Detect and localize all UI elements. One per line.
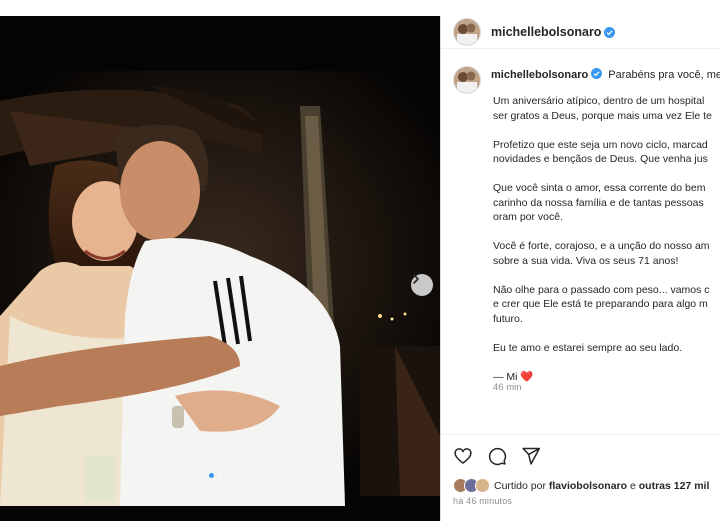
share-button[interactable]	[521, 446, 541, 466]
caption-intro: Parabéns pra você, meu	[608, 69, 720, 81]
post-header: michellebolsonaro	[441, 16, 720, 49]
carousel-dot	[226, 473, 232, 478]
caption-paragraph: Você é forte, corajoso, e a unção do nos…	[493, 239, 720, 268]
post-username[interactable]: michellebolsonaro	[491, 25, 601, 39]
caption-paragraph: Profetizo que este seja um novo ciclo, m…	[493, 138, 720, 167]
liked-by-prefix: Curtido por	[494, 479, 546, 492]
caption-body: Um aniversário atípico, dentro de um hos…	[493, 94, 720, 399]
caption-line: ser gratos a Deus, porque mais uma vez E…	[493, 109, 712, 122]
divider	[441, 434, 720, 435]
carousel-dots	[0, 473, 440, 478]
signature-text: — Mi	[493, 370, 518, 383]
liked-by-conj: e	[629, 479, 636, 492]
verified-badge-icon	[591, 68, 603, 79]
caption-paragraph: Não olhe para o passado com peso... vamo…	[493, 283, 720, 327]
likes-summary[interactable]: Curtido por flaviobolsonaro e outras 127…	[453, 478, 709, 493]
photo-illustration	[0, 16, 440, 521]
carousel-dot	[217, 473, 223, 478]
liked-by-user[interactable]: flaviobolsonaro	[549, 480, 627, 492]
comment-icon	[488, 447, 507, 466]
caption-paragraph: Que você sinta o amor, essa corrente do …	[493, 181, 720, 225]
caption-line: carinho da nossa família e de tantas pes…	[493, 196, 704, 209]
avatar-image	[454, 19, 480, 45]
caption-paragraph: Eu te amo e estarei sempre ao seu lado.	[493, 341, 720, 356]
liked-by-others[interactable]: outras 127 mil	[639, 480, 710, 492]
caption-line: Eu te amo e estarei sempre ao seu lado.	[493, 341, 683, 354]
caption-line: Um aniversário atípico, dentro de um hos…	[493, 95, 705, 107]
chevron-right-icon	[413, 274, 419, 284]
post-photo[interactable]	[0, 16, 440, 521]
caption-avatar[interactable]	[453, 66, 481, 94]
caption-line: Que você sinta o amor, essa corrente do …	[493, 182, 706, 194]
avatar[interactable]	[453, 18, 481, 46]
caption-signature: — Mi ❤️	[493, 370, 720, 385]
caption-line: novidades e bençãos de Deus. Que venha j…	[493, 153, 708, 165]
liker-avatar	[475, 478, 490, 493]
caption-line: e crer que Ele está te preparando para a…	[493, 298, 708, 310]
caption-header: michellebolsonaro Parabéns pra você, meu	[453, 66, 720, 94]
caption-line: Não olhe para o passado com peso... vamo…	[493, 283, 710, 296]
next-photo-button[interactable]	[411, 274, 433, 296]
verified-badge-icon	[604, 26, 616, 38]
caption-time: 46 min	[493, 382, 522, 393]
heart-emoji: ❤️	[520, 370, 534, 383]
caption-username[interactable]: michellebolsonaro	[491, 69, 588, 81]
caption-paragraph: Um aniversário atípico, dentro de um hos…	[493, 94, 720, 123]
post-modal: michellebolsonaro michellebolsonaro Para…	[0, 16, 720, 521]
heart-icon	[454, 448, 472, 465]
share-icon	[522, 447, 541, 465]
caption-line: sobre a sua vida. Viva os seus 71 anos!	[493, 254, 679, 267]
carousel-dot	[208, 473, 214, 478]
caption-line: Profetizo que este seja um novo ciclo, m…	[493, 138, 708, 151]
action-bar	[453, 446, 541, 466]
comment-button[interactable]	[487, 446, 507, 466]
post-sidebar: michellebolsonaro michellebolsonaro Para…	[440, 16, 720, 521]
caption-first-line: michellebolsonaro Parabéns pra você, meu	[491, 66, 720, 84]
caption-line: oram por você.	[493, 211, 564, 223]
caption-line: Você é forte, corajoso, e a unção do nos…	[493, 240, 710, 252]
like-button[interactable]	[453, 446, 473, 466]
post-timestamp: há 46 minutos	[453, 496, 513, 506]
caption-line: futuro.	[493, 312, 523, 325]
avatar-image	[454, 67, 480, 93]
